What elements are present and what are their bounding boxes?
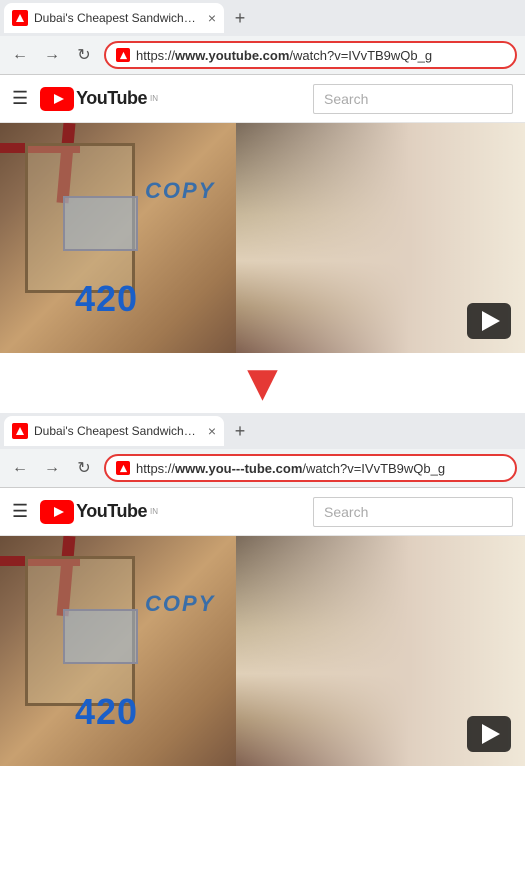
bottom-tab-favicon [12,423,28,439]
bottom-tab-close-button[interactable]: × [208,423,216,439]
top-yt-logo: YouTube IN [40,87,313,111]
top-yt-header: ☰ YouTube IN Search [0,75,525,123]
bottom-tab-title: Dubai's Cheapest Sandwich?! (Th... [34,424,202,438]
video-copy-text: COPY [145,178,215,204]
arrow-section: ▼ [0,353,525,413]
bottom-search-box[interactable]: Search [313,497,513,527]
bottom-url-bar[interactable]: https://www.you---tube.com/watch?v=IVvTB… [104,454,517,482]
scaffold-box [25,143,135,293]
yt-logo-svg [40,87,74,111]
play-button[interactable] [467,303,511,339]
hamburger-menu-icon[interactable]: ☰ [12,88,28,109]
top-browser-section: Dubai's Cheapest Sandwich?! (Th... × + ←… [0,0,525,353]
scaffold-window [63,196,138,251]
bottom-new-tab-button[interactable]: + [226,417,254,445]
bottom-yt-logo-text: YouTube [76,501,147,522]
bottom-video-thumbnail: COPY 420 [0,536,525,766]
top-omnibar: ← → ↻ https://www.youtube.com/watch?v=IV… [0,36,525,74]
url-text: https://www.youtube.com/watch?v=IVvTB9wQ… [136,48,432,63]
top-tab-bar: Dubai's Cheapest Sandwich?! (Th... × + ←… [0,0,525,75]
new-tab-button[interactable]: + [226,4,254,32]
bottom-back-button[interactable]: ← [8,459,32,477]
bottom-search-placeholder: Search [324,504,368,520]
forward-button[interactable]: → [40,46,64,64]
bottom-tab-bar: Dubai's Cheapest Sandwich?! (Th... × + ←… [0,413,525,488]
yt-country-badge: IN [150,94,158,103]
top-search-box[interactable]: Search [313,84,513,114]
bottom-browser-section: Dubai's Cheapest Sandwich?! (Th... × + ←… [0,413,525,766]
url-favicon-icon [116,48,130,62]
bottom-scaffold-window [63,609,138,664]
top-url-bar[interactable]: https://www.youtube.com/watch?v=IVvTB9wQ… [104,41,517,69]
bottom-play-icon [482,724,500,744]
bottom-yt-logo-svg [40,500,74,524]
bottom-omnibar: ← → ↻ https://www.you---tube.com/watch?v… [0,449,525,487]
video-number: 420 [75,278,138,320]
bottom-url-text: https://www.you---tube.com/watch?v=IVvTB… [136,461,445,476]
bottom-refresh-button[interactable]: ↻ [72,458,96,478]
top-browser-tab[interactable]: Dubai's Cheapest Sandwich?! (Th... × [4,3,224,33]
bottom-scaffold-box [25,556,135,706]
bottom-video-number: 420 [75,691,138,733]
bottom-video-copy-text: COPY [145,591,215,617]
bottom-yt-header: ☰ YouTube IN Search [0,488,525,536]
refresh-button[interactable]: ↻ [72,45,96,65]
youtube-logo-icon [40,87,74,111]
tab-close-button[interactable]: × [208,10,216,26]
tab-title: Dubai's Cheapest Sandwich?! (Th... [34,11,202,25]
yt-logo-text: YouTube [76,88,147,109]
bottom-play-button[interactable] [467,716,511,752]
back-button[interactable]: ← [8,46,32,64]
bottom-yt-logo: YouTube IN [40,500,313,524]
bottom-forward-button[interactable]: → [40,459,64,477]
down-arrow-icon: ▼ [237,357,288,409]
top-video-thumbnail: COPY 420 [0,123,525,353]
bottom-yt-country-badge: IN [150,507,158,516]
bottom-youtube-logo-icon [40,500,74,524]
top-search-placeholder: Search [324,91,368,107]
tab-favicon [12,10,28,26]
bottom-browser-tab[interactable]: Dubai's Cheapest Sandwich?! (Th... × [4,416,224,446]
bottom-url-favicon-icon [116,461,130,475]
bottom-hamburger-menu-icon[interactable]: ☰ [12,501,28,522]
play-icon [482,311,500,331]
